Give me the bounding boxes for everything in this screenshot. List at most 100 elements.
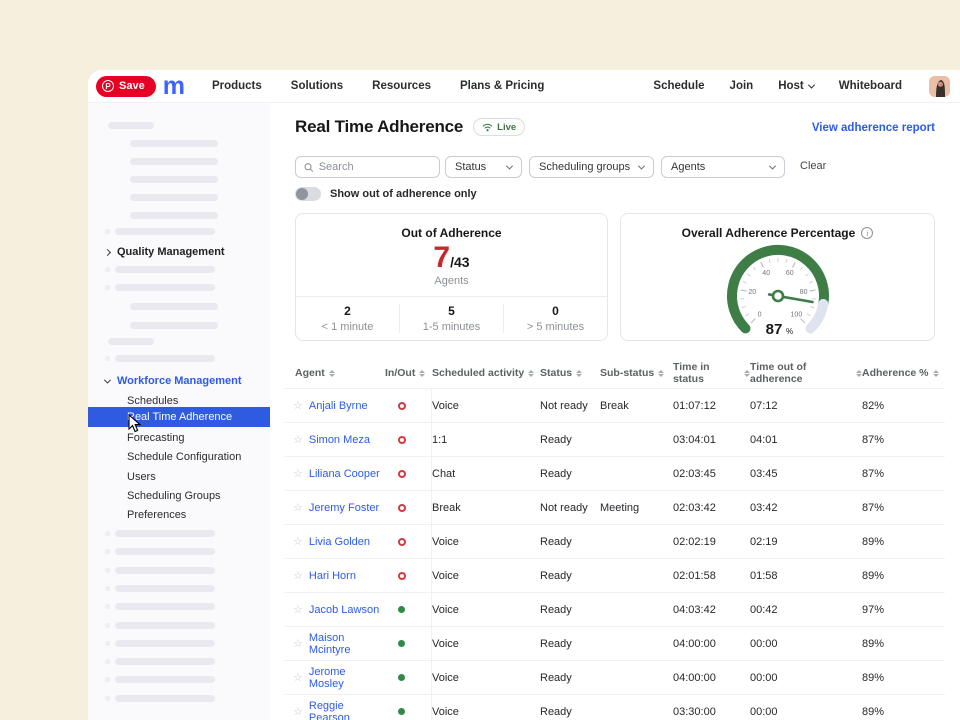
- agent-name-link[interactable]: Jerome Mosley: [309, 666, 380, 690]
- sidebar-item-scheduling-groups[interactable]: Scheduling Groups: [88, 486, 270, 506]
- column-header-in-out[interactable]: In/Out: [380, 367, 432, 379]
- out-of-adherence-dot: [398, 538, 406, 546]
- table-row: ☆Reggie PearsonVoiceReady03:30:0000:0089…: [285, 694, 945, 720]
- sidebar-item-label: Users: [127, 471, 156, 483]
- sidebar: Quality Management Workforce Management Sc…: [88, 103, 270, 720]
- column-header-adherence[interactable]: Adherence %: [862, 367, 945, 379]
- agent-name-link[interactable]: Anjali Byrne: [309, 400, 368, 412]
- table-row: ☆Hari HornVoiceReady02:01:5801:5889%: [285, 558, 945, 592]
- nav-right-links: Schedule Join Host Whiteboard: [653, 76, 950, 97]
- chevron-right-icon: [104, 248, 111, 255]
- agent-name-link[interactable]: Livia Golden: [309, 536, 370, 548]
- star-icon[interactable]: ☆: [293, 433, 303, 446]
- column-header-time-out-of-adherence[interactable]: Time out of adherence: [750, 361, 862, 385]
- star-icon[interactable]: ☆: [293, 603, 303, 616]
- time-in-status-cell: 02:02:19: [673, 536, 750, 548]
- agent-name-link[interactable]: Reggie Pearson: [309, 700, 380, 720]
- agent-name-link[interactable]: Jeremy Foster: [309, 502, 379, 514]
- clear-filters-button[interactable]: Clear: [800, 160, 826, 172]
- breakdown-1-minute: 2< 1 minute: [296, 304, 399, 333]
- star-icon[interactable]: ☆: [293, 569, 303, 582]
- column-header-status[interactable]: Status: [540, 367, 600, 379]
- agents-dropdown[interactable]: Agents: [661, 156, 785, 178]
- out-of-adherence-title: Out of Adherence: [296, 226, 607, 240]
- skeleton-bar: [130, 158, 218, 165]
- nav-link-products[interactable]: Products: [212, 80, 262, 92]
- sidebar-item-label: Workforce Management: [117, 375, 242, 387]
- nav-link-whiteboard[interactable]: Whiteboard: [839, 80, 902, 92]
- in-out-cell: [380, 389, 432, 422]
- skeleton-bar: [130, 303, 218, 310]
- status-cell: Ready: [540, 536, 600, 548]
- sidebar-item-preferences[interactable]: Preferences: [88, 505, 270, 525]
- nav-link-schedule[interactable]: Schedule: [653, 80, 704, 92]
- agent-cell: ☆ Jerome Mosley: [285, 666, 380, 690]
- column-header-label: Agent: [295, 367, 325, 379]
- agent-name-link[interactable]: Hari Horn: [309, 570, 356, 582]
- nav-link-plans-pricing[interactable]: Plans & Pricing: [460, 80, 544, 92]
- skeleton-bar: [115, 530, 215, 537]
- view-adherence-report-link[interactable]: View adherence report: [812, 122, 935, 134]
- scheduled-activity-cell: Voice: [432, 400, 540, 412]
- star-icon[interactable]: ☆: [293, 705, 303, 718]
- adherence-cell: 87%: [862, 434, 945, 446]
- top-navbar: P Save m Products Solutions Resources Plans…: [88, 70, 960, 103]
- nav-link-host[interactable]: Host: [778, 80, 814, 92]
- column-header-scheduled-activity[interactable]: Scheduled activity: [432, 367, 540, 379]
- svg-text:100: 100: [790, 311, 802, 318]
- adherence-cell: 87%: [862, 502, 945, 514]
- out-of-adherence-total: /43: [450, 254, 469, 270]
- star-icon[interactable]: ☆: [293, 501, 303, 514]
- scheduled-activity-cell: Voice: [432, 672, 540, 684]
- star-icon[interactable]: ☆: [293, 535, 303, 548]
- column-header-agent[interactable]: Agent: [285, 367, 380, 379]
- agent-name-link[interactable]: Simon Meza: [309, 434, 370, 446]
- nav-link-solutions[interactable]: Solutions: [291, 80, 343, 92]
- scheduled-activity-cell: Chat: [432, 468, 540, 480]
- agent-cell: ☆ Jacob Lawson: [285, 603, 380, 616]
- search-input[interactable]: [319, 161, 431, 173]
- breakdown-5-minutes: 0> 5 minutes: [503, 304, 607, 333]
- in-adherence-dot: [398, 674, 405, 681]
- in-out-cell: [380, 559, 432, 592]
- agent-cell: ☆ Liliana Cooper: [285, 467, 380, 480]
- pinterest-save-button[interactable]: P Save: [96, 76, 156, 97]
- nav-link-resources[interactable]: Resources: [372, 80, 431, 92]
- time-out-of-adherence-cell: 00:00: [750, 672, 862, 684]
- column-header-sub-status[interactable]: Sub-status: [600, 367, 673, 379]
- sidebar-item-forecasting[interactable]: Forecasting: [88, 428, 270, 448]
- agent-name-link[interactable]: Jacob Lawson: [309, 604, 379, 616]
- show-out-of-adherence-toggle[interactable]: [295, 187, 321, 201]
- sidebar-item-quality-management[interactable]: Quality Management: [88, 242, 270, 262]
- status-dropdown[interactable]: Status: [445, 156, 522, 178]
- star-icon[interactable]: ☆: [293, 671, 303, 684]
- sidebar-item-users[interactable]: Users: [88, 467, 270, 487]
- scheduling-groups-dropdown[interactable]: Scheduling groups: [529, 156, 654, 178]
- sidebar-item-label: Real Time Adherence: [127, 411, 232, 423]
- time-out-of-adherence-cell: 04:01: [750, 434, 862, 446]
- agent-name-link[interactable]: Maison Mcintyre: [309, 632, 380, 656]
- star-icon[interactable]: ☆: [293, 467, 303, 480]
- time-in-status-cell: 04:00:00: [673, 672, 750, 684]
- star-icon[interactable]: ☆: [293, 637, 303, 650]
- miro-logo[interactable]: m: [163, 74, 184, 99]
- table-row: ☆Simon Meza1:1Ready03:04:0104:0187%: [285, 422, 945, 456]
- sidebar-item-workforce-management[interactable]: Workforce Management: [88, 371, 270, 391]
- search-icon: [304, 162, 314, 173]
- star-icon[interactable]: ☆: [293, 399, 303, 412]
- time-out-of-adherence-cell: 01:58: [750, 570, 862, 582]
- user-avatar[interactable]: [929, 76, 950, 97]
- nav-link-join[interactable]: Join: [730, 80, 754, 92]
- agent-cell: ☆ Maison Mcintyre: [285, 632, 380, 656]
- agent-name-link[interactable]: Liliana Cooper: [309, 468, 380, 480]
- skeleton-bar: [115, 548, 215, 555]
- sidebar-item-real-time-adherence[interactable]: Real Time Adherence: [88, 407, 270, 427]
- svg-text:0: 0: [757, 311, 761, 318]
- sidebar-item-schedule-configuration[interactable]: Schedule Configuration: [88, 447, 270, 467]
- nav-left-links: Products Solutions Resources Plans & Pricin…: [212, 80, 544, 92]
- skeleton-chevron: [105, 531, 110, 536]
- column-header-time-in-status[interactable]: Time in status: [673, 361, 750, 385]
- status-dropdown-label: Status: [455, 161, 486, 173]
- skeleton-bar: [115, 676, 215, 683]
- out-of-adherence-count: 7: [433, 243, 450, 273]
